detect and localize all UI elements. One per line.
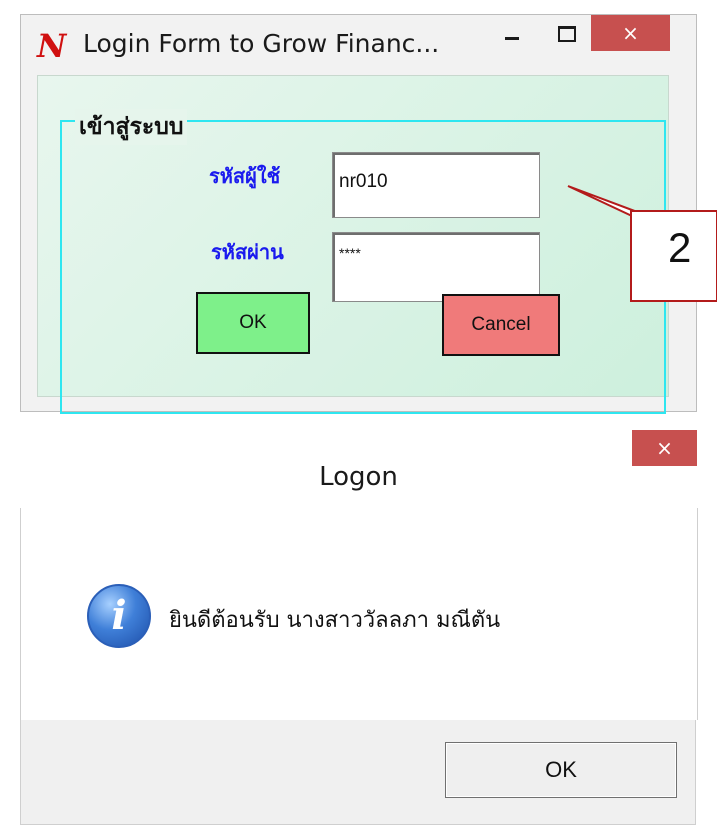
password-input[interactable]: **** <box>332 232 540 302</box>
logon-title: Logon <box>319 462 398 492</box>
groupbox-title: เข้าสู่ระบบ <box>75 109 188 145</box>
ok-button[interactable]: OK <box>196 292 310 354</box>
logon-ok-button[interactable]: OK <box>445 742 677 798</box>
minimize-icon[interactable] <box>505 37 519 40</box>
username-input[interactable]: nr010 <box>332 152 540 218</box>
callout-number: 2 <box>668 224 692 271</box>
welcome-message: ยินดีต้อนรับ นางสาววัลลภา มณีตัน <box>169 608 501 633</box>
dialog-button-bar: OK <box>20 720 696 825</box>
logon-close-button[interactable]: × <box>632 430 697 466</box>
cancel-button[interactable]: Cancel <box>442 294 560 356</box>
maximize-icon[interactable] <box>558 26 576 42</box>
message-area: i ยินดีต้อนรับ นางสาววัลลภา มณีตัน <box>20 508 698 720</box>
app-logo-icon: N <box>37 27 67 65</box>
login-close-button[interactable]: × <box>591 15 670 51</box>
logon-dialog: Logon × i ยินดีต้อนรับ นางสาววัลลภา มณีต… <box>0 430 717 837</box>
login-titlebar[interactable]: N Login Form to Grow Financ... × <box>21 15 696 75</box>
username-label: รหัสผู้ใช้ <box>209 164 281 188</box>
password-label: รหัสผ่าน <box>211 240 284 264</box>
info-icon: i <box>87 584 151 648</box>
login-window-title: Login Form to Grow Financ... <box>83 29 440 58</box>
logon-titlebar[interactable]: Logon × <box>0 430 717 508</box>
